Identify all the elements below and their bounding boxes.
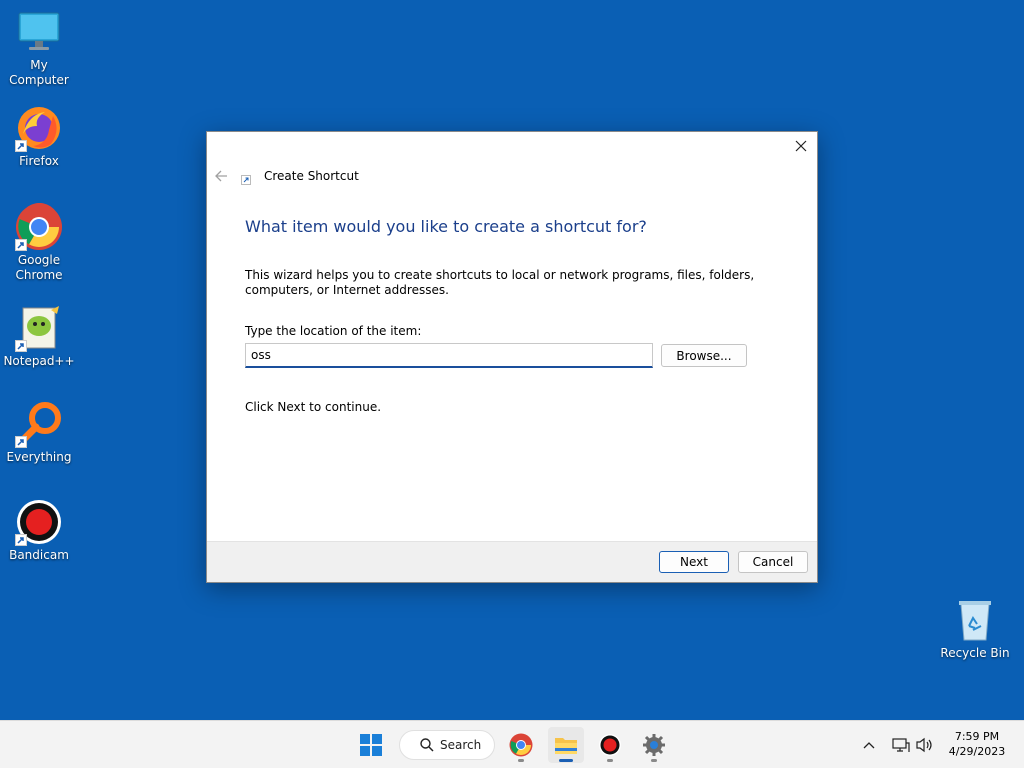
- browse-button[interactable]: Browse...: [661, 344, 747, 367]
- search-label: Search: [440, 738, 482, 752]
- desktop-icon-bandicam[interactable]: Bandicam: [0, 498, 78, 563]
- shortcut-arrow-icon: [15, 534, 27, 546]
- network-button[interactable]: [890, 734, 912, 756]
- shortcut-icon: [241, 174, 251, 185]
- shortcut-arrow-icon: [15, 239, 27, 251]
- desktop-icon-google-chrome[interactable]: Google Chrome: [0, 202, 78, 283]
- desktop-icon-label: Everything: [6, 450, 72, 464]
- volume-button[interactable]: [914, 734, 936, 756]
- search-icon: [420, 738, 434, 752]
- speaker-icon: [916, 737, 932, 753]
- running-indicator: [559, 759, 573, 762]
- system-tray: [858, 721, 936, 768]
- close-button[interactable]: [785, 132, 817, 160]
- clock-date: 4/29/2023: [948, 745, 1006, 758]
- desktop-icon-label: Bandicam: [9, 548, 69, 562]
- recycle-bin-icon: [951, 596, 999, 644]
- cancel-button[interactable]: Cancel: [738, 551, 808, 573]
- location-input[interactable]: [245, 343, 653, 368]
- taskbar-bandicam[interactable]: [592, 727, 628, 763]
- running-indicator: [518, 759, 524, 762]
- dialog-footer: Next Cancel: [207, 541, 817, 582]
- create-shortcut-dialog: Create Shortcut What item would you like…: [206, 131, 818, 583]
- desktop-icon-my-computer[interactable]: My Computer: [0, 8, 78, 88]
- page-heading: What item would you like to create a sho…: [245, 217, 647, 236]
- monitor-icon: [15, 8, 63, 56]
- windows-logo-icon: [360, 734, 382, 756]
- firefox-icon: [15, 104, 63, 152]
- taskbar: Search 7:59 PM 4/29/2023: [0, 720, 1024, 768]
- taskbar-search[interactable]: Search: [399, 730, 495, 760]
- location-label: Type the location of the item:: [245, 324, 422, 338]
- shortcut-arrow-icon: [15, 340, 27, 352]
- taskbar-settings[interactable]: [636, 727, 672, 763]
- taskbar-file-explorer[interactable]: [548, 727, 584, 763]
- desktop-icon-label: Google Chrome: [15, 253, 63, 282]
- taskbar-clock[interactable]: 7:59 PM 4/29/2023: [942, 729, 1012, 759]
- gear-icon: [643, 734, 665, 756]
- chevron-up-icon: [863, 742, 875, 749]
- back-button[interactable]: [212, 166, 232, 186]
- wizard-description: This wizard helps you to create shortcut…: [245, 268, 755, 297]
- desktop-icon-label: Notepad++: [3, 354, 75, 368]
- close-icon: [795, 140, 807, 152]
- taskbar-chrome[interactable]: [503, 727, 539, 763]
- desktop-icon-everything[interactable]: Everything: [0, 400, 78, 465]
- folder-icon: [555, 738, 577, 754]
- back-arrow-icon: [215, 170, 227, 182]
- clock-time: 7:59 PM: [954, 730, 1000, 743]
- notepadpp-icon: [15, 304, 63, 352]
- show-hidden-icons-button[interactable]: [858, 734, 880, 756]
- start-button[interactable]: [353, 727, 389, 763]
- desktop-icon-label: Recycle Bin: [940, 646, 1010, 660]
- everything-icon: [15, 400, 63, 448]
- bandicam-icon: [599, 734, 621, 756]
- desktop-icon-firefox[interactable]: Firefox: [0, 104, 78, 169]
- desktop-icon-label: My Computer: [9, 58, 69, 87]
- running-indicator: [651, 759, 657, 762]
- bandicam-icon: [15, 498, 63, 546]
- shortcut-arrow-icon: [15, 436, 27, 448]
- chrome-icon: [15, 202, 63, 251]
- desktop-icon-recycle-bin[interactable]: Recycle Bin: [936, 596, 1014, 661]
- wizard-title: Create Shortcut: [264, 169, 359, 183]
- shortcut-arrow-icon: [15, 140, 27, 152]
- continue-hint: Click Next to continue.: [245, 400, 382, 414]
- desktop-icon-notepadpp[interactable]: Notepad++: [0, 304, 78, 369]
- next-button[interactable]: Next: [659, 551, 729, 573]
- running-indicator: [607, 759, 613, 762]
- chrome-icon: [509, 733, 533, 757]
- desktop-icon-label: Firefox: [19, 154, 59, 168]
- network-icon: [892, 738, 910, 752]
